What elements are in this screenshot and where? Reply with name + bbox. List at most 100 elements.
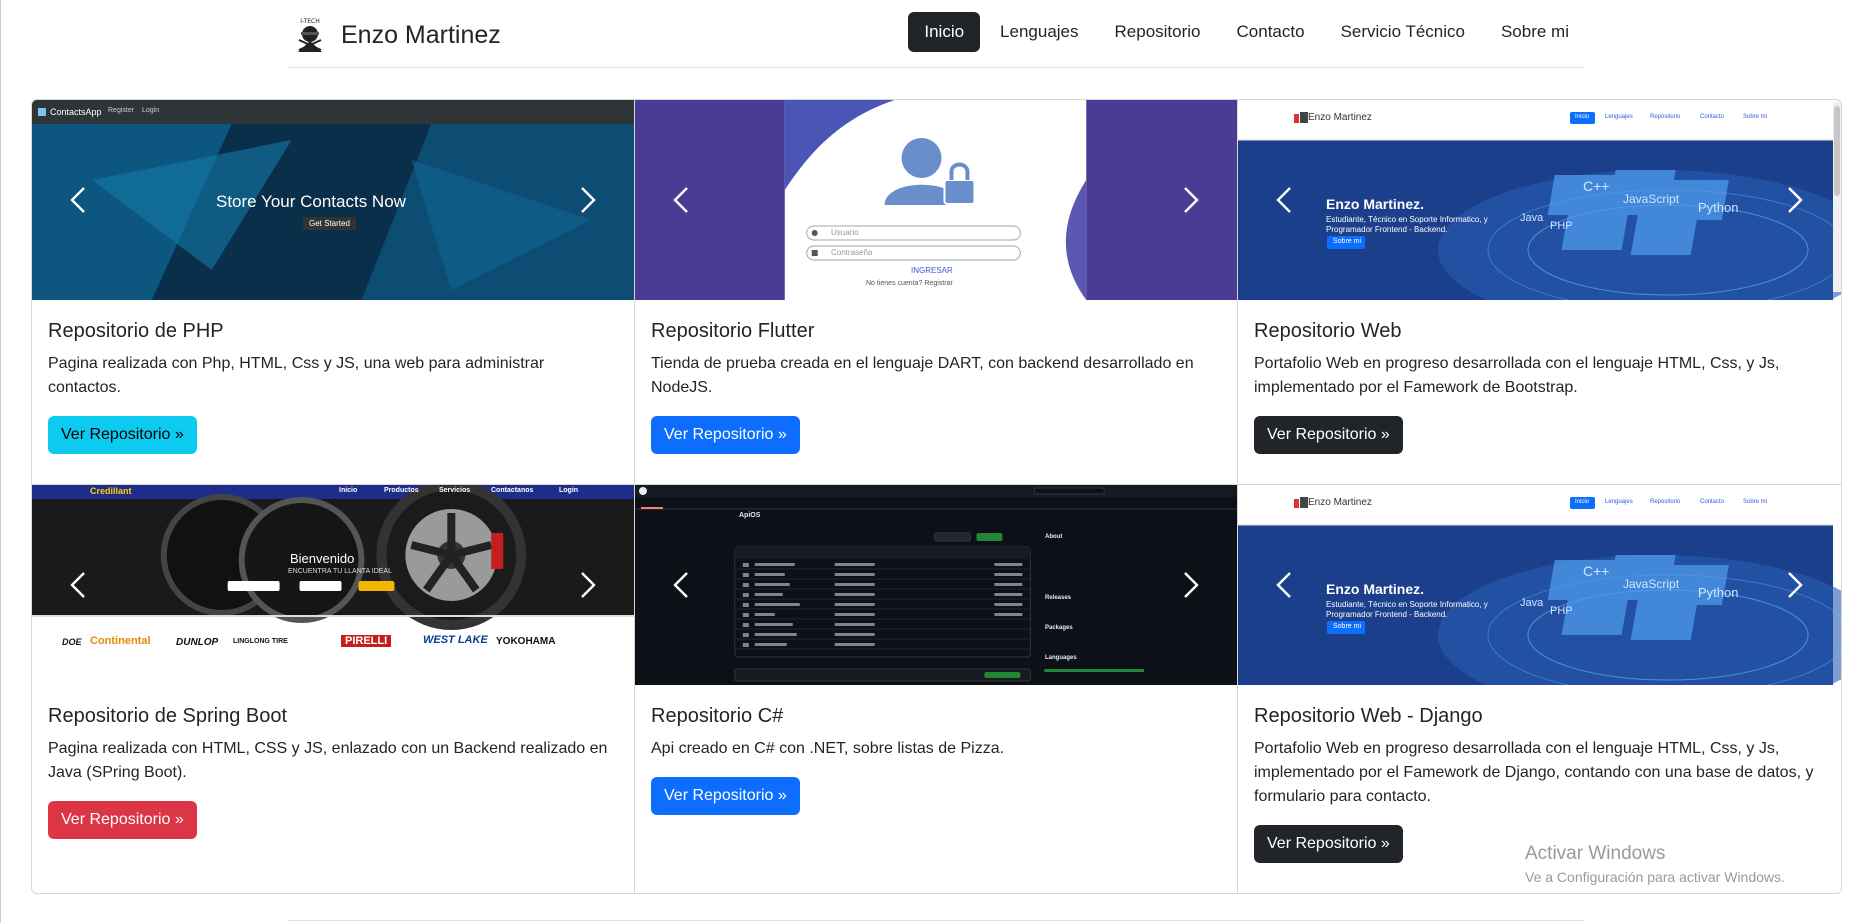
spring-brand-linglong: LINGLONG TIRE xyxy=(233,638,288,645)
card-web: Enzo Martinez Inicio Lenguajes Repositor… xyxy=(1238,100,1841,485)
spring-heading: Bienvenido xyxy=(290,551,355,566)
web-cta: Sobre mi xyxy=(1333,238,1362,245)
carousel-flutter[interactable]: Usuario Contraseña INGRESAR No tienes cu… xyxy=(635,100,1237,300)
card-body-csharp: Repositorio C# Api creado en C# con .NET… xyxy=(635,685,1237,815)
spring-link-servicios: Servicios xyxy=(439,487,471,494)
spring-sub: ENCUENTRA TU LLANTA IDEAL xyxy=(288,568,392,575)
carousel-django[interactable]: Enzo Martinez Inicio Lenguajes Repositor… xyxy=(1238,485,1841,685)
web-lang-php: PHP xyxy=(1550,220,1573,232)
carousel-next-csharp[interactable] xyxy=(1179,570,1203,600)
web-lang-cpp: C++ xyxy=(1583,178,1610,194)
carousel-prev-flutter[interactable] xyxy=(669,185,693,215)
nav-servicio-tecnico[interactable]: Servicio Técnico xyxy=(1325,12,1481,52)
carousel-web[interactable]: Enzo Martinez Inicio Lenguajes Repositor… xyxy=(1238,100,1841,300)
chevron-right-icon xyxy=(1184,187,1199,213)
card-text: Pagina realizada con Php, HTML, Css y JS… xyxy=(48,355,545,396)
django-lang-python: Python xyxy=(1698,585,1739,600)
windows-activation-watermark: Activar Windows Ve a Configuración para … xyxy=(1525,843,1785,885)
nav-sobre-mi[interactable]: Sobre mi xyxy=(1485,12,1585,52)
card-text: Tienda de prueba creada en el lenguaje D… xyxy=(651,355,1194,396)
carousel-next-php[interactable] xyxy=(576,185,600,215)
chevron-right-icon xyxy=(581,572,596,598)
web-lang-java: Java xyxy=(1520,212,1544,224)
carousel-prev-php[interactable] xyxy=(66,185,90,215)
php-cta: Get Started xyxy=(303,217,356,230)
chevron-left-icon xyxy=(673,187,688,213)
csharp-repo-name: ApiOS xyxy=(739,512,761,519)
php-link-login: Login xyxy=(142,107,160,114)
ver-repositorio-button-spring-boot[interactable]: Ver Repositorio » xyxy=(48,801,197,839)
carousel-next-web[interactable] xyxy=(1783,185,1807,215)
web-lang-python: Python xyxy=(1698,200,1739,215)
ver-repositorio-button-csharp[interactable]: Ver Repositorio » xyxy=(651,777,800,815)
chevron-left-icon xyxy=(673,572,688,598)
spring-brand: Credillant xyxy=(90,486,132,496)
spring-brand-pirelli: PIRELLI xyxy=(341,635,392,647)
carousel-prev-web[interactable] xyxy=(1272,185,1296,215)
csharp-releases: Releases xyxy=(1045,595,1072,601)
ver-repositorio-button-flutter[interactable]: Ver Repositorio » xyxy=(651,416,800,454)
spring-brand-yokohama: YOKOHAMA xyxy=(496,636,556,647)
web-heading: Enzo Martinez. xyxy=(1326,196,1425,212)
carousel-csharp[interactable]: ApiOS About Releases Packages Languages xyxy=(635,485,1237,685)
page-edge xyxy=(0,0,1,923)
card-flutter: Usuario Contraseña INGRESAR No tienes cu… xyxy=(635,100,1238,485)
django-link-contacto: Contacto xyxy=(1700,499,1725,505)
spring-link-contactanos: Contactanos xyxy=(491,487,534,494)
card-title: Repositorio de Spring Boot xyxy=(48,705,288,727)
card-django: Enzo Martinez Inicio Lenguajes Repositor… xyxy=(1238,485,1841,893)
carousel-next-spring-boot[interactable] xyxy=(576,570,600,600)
spring-brand-doe: DOE xyxy=(62,637,82,647)
nav-lenguajes[interactable]: Lenguajes xyxy=(984,12,1094,52)
card-body-web: Repositorio Web Portafolio Web en progre… xyxy=(1238,300,1841,454)
nav-inicio[interactable]: Inicio xyxy=(908,12,981,52)
web-brand: Enzo Martinez xyxy=(1308,112,1372,123)
django-cta: Sobre mi xyxy=(1333,623,1362,630)
django-line2: Programador Frontend - Backend. xyxy=(1326,610,1448,619)
card-title: Repositorio C# xyxy=(651,705,784,727)
csharp-languages: Languages xyxy=(1045,655,1077,661)
carousel-php[interactable]: ContactsApp Register Login Store Your Co… xyxy=(32,100,634,300)
ver-repositorio-button-php[interactable]: Ver Repositorio » xyxy=(48,416,197,454)
web-lang-js: JavaScript xyxy=(1623,192,1680,206)
chevron-left-icon xyxy=(70,187,85,213)
django-link-inicio: Inicio xyxy=(1575,499,1590,505)
flutter-submit: INGRESAR xyxy=(911,266,953,275)
django-link-sobre-mi: Sobre mi xyxy=(1743,499,1768,505)
card-title: Repositorio de PHP xyxy=(48,320,224,342)
card-text: Portafolio Web en progreso desarrollada … xyxy=(1254,740,1814,805)
brand[interactable]: I-TECH Enzo Martinez xyxy=(293,16,501,54)
carousel-prev-django[interactable] xyxy=(1272,570,1296,600)
card-title: Repositorio Flutter xyxy=(651,320,815,342)
screenshot-scrollbar-thumb xyxy=(1834,106,1840,196)
chevron-left-icon xyxy=(1276,572,1291,598)
carousel-spring-boot[interactable]: Credillant Inicio Productos Servicios Co… xyxy=(32,485,634,685)
django-line1: Estudiante, Técnico en Soporte Informati… xyxy=(1326,600,1488,609)
flutter-user-placeholder: Usuario xyxy=(831,228,859,237)
nav-repositorio[interactable]: Repositorio xyxy=(1099,12,1217,52)
card-title: Repositorio Web xyxy=(1254,320,1402,342)
screenshot-scrollbar xyxy=(1833,102,1841,292)
card-spring-boot: Credillant Inicio Productos Servicios Co… xyxy=(32,485,635,893)
web-line1: Estudiante, Técnico en Soporte Informati… xyxy=(1326,215,1488,224)
spring-link-productos: Productos xyxy=(384,487,419,494)
chevron-right-icon xyxy=(1788,187,1803,213)
card-text: Portafolio Web en progreso desarrollada … xyxy=(1254,355,1780,396)
carousel-next-flutter[interactable] xyxy=(1179,185,1203,215)
chevron-right-icon xyxy=(581,187,596,213)
card-php: ContactsApp Register Login Store Your Co… xyxy=(32,100,635,485)
carousel-prev-csharp[interactable] xyxy=(669,570,693,600)
ver-repositorio-button-web[interactable]: Ver Repositorio » xyxy=(1254,416,1403,454)
footer-divider xyxy=(287,920,1585,921)
web-link-lenguajes: Lenguajes xyxy=(1605,114,1633,120)
chevron-left-icon xyxy=(1276,187,1291,213)
carousel-prev-spring-boot[interactable] xyxy=(66,570,90,600)
django-lang-cpp: C++ xyxy=(1583,563,1610,579)
screenshot-spring-boot xyxy=(32,485,634,685)
ver-repositorio-button-django[interactable]: Ver Repositorio » xyxy=(1254,825,1403,863)
nav-contacto[interactable]: Contacto xyxy=(1221,12,1321,52)
web-link-inicio: Inicio xyxy=(1575,114,1590,120)
carousel-next-django[interactable] xyxy=(1783,570,1807,600)
spring-brand-continental: Continental xyxy=(90,635,151,647)
csharp-about: About xyxy=(1045,534,1063,540)
